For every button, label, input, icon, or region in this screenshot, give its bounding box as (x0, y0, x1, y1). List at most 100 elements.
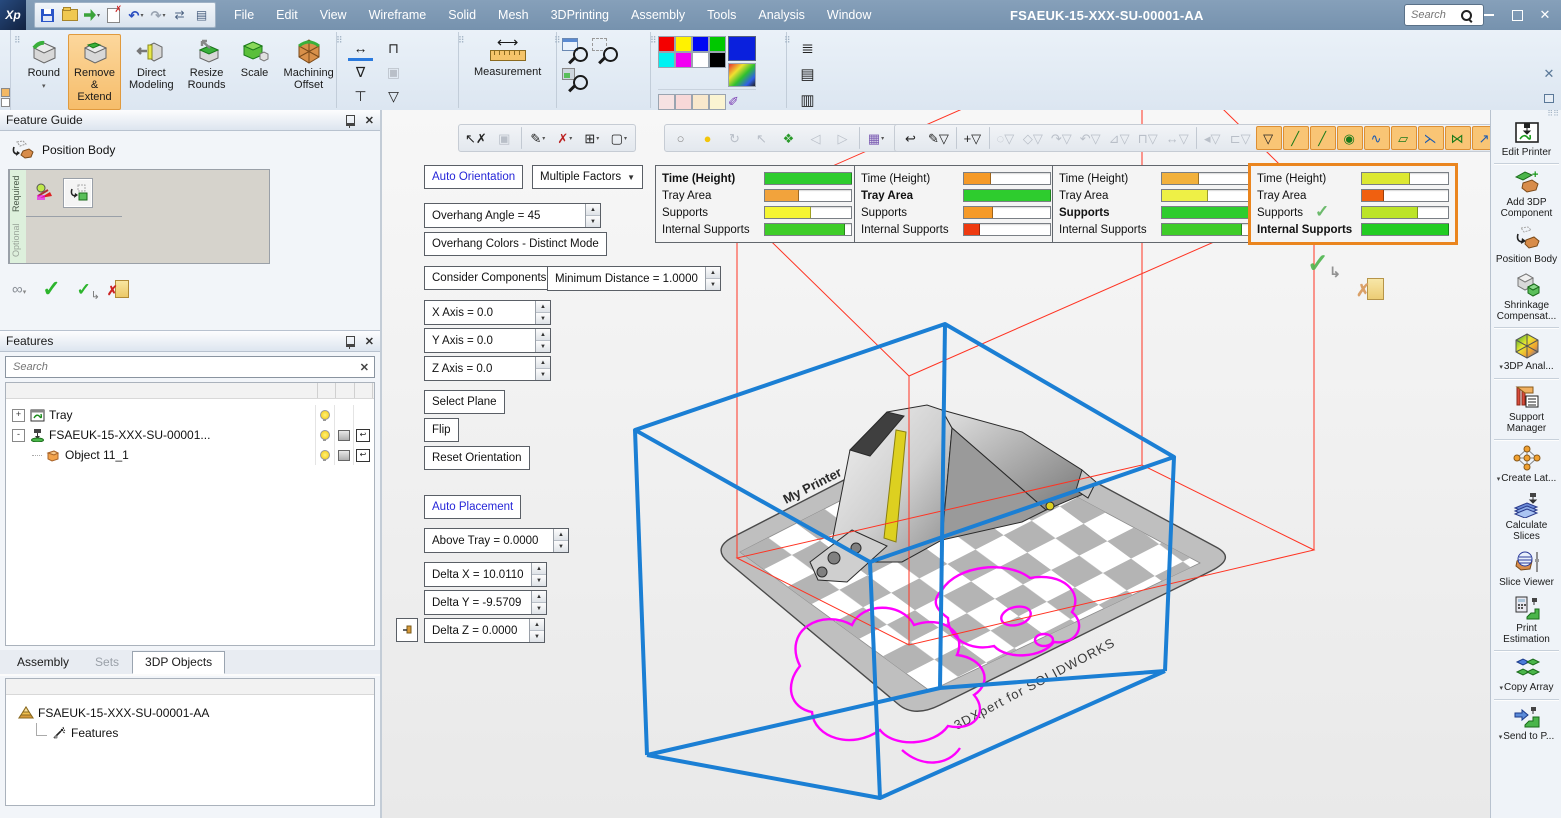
delta-z-field[interactable]: Delta Z = 0.0000 ▲▼ (424, 618, 545, 643)
swatch-white[interactable] (692, 52, 709, 68)
solid-display-icon[interactable] (338, 450, 350, 461)
spinner[interactable]: ▲▼ (535, 329, 550, 352)
tab-assembly[interactable]: Assembly (4, 651, 82, 674)
pin-deltas-button[interactable] (396, 618, 418, 642)
swatch-pale-rose[interactable] (675, 94, 692, 110)
swatch-cyan[interactable] (658, 52, 675, 68)
spinner[interactable]: ▲▼ (585, 204, 600, 227)
spinner[interactable]: ▲▼ (531, 563, 546, 586)
snap-endpoint-icon[interactable]: ╱ (1283, 126, 1309, 150)
snap-intersect-icon[interactable]: ⋋ (1418, 126, 1444, 150)
snap-curve-icon[interactable]: ∿ (1364, 126, 1390, 150)
orientation-card-3[interactable]: Time (Height) Tray Area Supports Interna… (1052, 165, 1256, 243)
group-handle-icon[interactable]: ⠿ (14, 36, 21, 45)
menu-assembly[interactable]: Assembly (631, 8, 685, 22)
pick-visibility-icon[interactable]: ↖ (749, 126, 775, 150)
paint-visibility-icon[interactable]: ❖ (776, 126, 802, 150)
swatch-blue[interactable] (692, 36, 709, 52)
visibility-bulb-icon[interactable] (320, 450, 330, 460)
visibility-bulb-icon[interactable] (320, 410, 330, 420)
move-ucs-icon[interactable]: +▽ (960, 126, 986, 150)
ucs-angle-icon[interactable]: ⊿▽ (1106, 126, 1134, 150)
gtol-icon[interactable]: ▽ (377, 84, 410, 108)
objects-root-row[interactable]: FSAEUK-15-XXX-SU-00001-AA (6, 703, 374, 723)
group-handle-icon[interactable]: ⠿ (554, 36, 562, 45)
ucs-face-icon[interactable]: ◇▽ (1020, 126, 1047, 150)
frame-select-icon[interactable]: ▢▾ (606, 126, 632, 150)
confirm-orientation-icon[interactable]: ✓↳ (1307, 248, 1329, 279)
send-to-print-button[interactable]: ▾Send to P... (1491, 702, 1561, 747)
history-icon[interactable]: ↩ (356, 449, 370, 462)
search-icon[interactable] (1461, 10, 1472, 21)
resize-rounds-button[interactable]: ResizeRounds (182, 34, 232, 110)
pin-icon[interactable] (346, 336, 355, 347)
import-icon[interactable]: ▾ (83, 6, 101, 24)
snap-midpoint-icon[interactable]: ╱ (1310, 126, 1336, 150)
eyedropper-icon[interactable]: ✐ (728, 94, 739, 110)
ucs-rotate-ccw-icon[interactable]: ↶▽ (1077, 126, 1105, 150)
light-on-icon[interactable]: ● (695, 126, 721, 150)
round-button[interactable]: Round▾ (22, 34, 66, 110)
menu-edit[interactable]: Edit (276, 8, 298, 22)
features-search[interactable]: ✕ (5, 356, 375, 378)
expand-icon[interactable]: + (12, 409, 25, 422)
tab-3dp-objects[interactable]: 3DP Objects (132, 651, 225, 674)
position-body-button[interactable]: Position Body (1491, 223, 1561, 269)
edit-printer-button[interactable]: Edit Printer (1491, 118, 1561, 162)
datum-target-icon[interactable]: ∇ (344, 60, 377, 84)
dock-handle2-icon[interactable] (1, 98, 10, 107)
sync-icon[interactable]: ⇄ (171, 6, 189, 24)
delete-dimension-icon[interactable]: ▣ (377, 60, 410, 84)
snap-filter-icon[interactable]: ▽ (1256, 126, 1282, 150)
tab-sets[interactable]: Sets (82, 651, 132, 674)
rotate-view-icon[interactable]: ↩ (898, 126, 924, 150)
tree-row-printer[interactable]: - FSAEUK-15-XXX-SU-00001... ↩ (6, 425, 374, 445)
search-input[interactable] (1409, 8, 1457, 22)
copy-array-button[interactable]: ▾Copy Array (1491, 653, 1561, 698)
menu-mesh[interactable]: Mesh (498, 8, 529, 22)
chain-dimension-icon[interactable]: ⊓ (377, 36, 410, 60)
clear-search-icon[interactable]: ✕ (360, 361, 369, 374)
pick-reference-icon[interactable] (32, 180, 58, 206)
y-axis-field[interactable]: Y Axis = 0.0 ▲▼ (424, 328, 551, 353)
exit-orientation-icon[interactable]: ✗ (1367, 278, 1384, 305)
spinner[interactable]: ▲▼ (529, 619, 544, 642)
exit-icon[interactable]: ✗ (115, 280, 129, 298)
above-tray-field[interactable]: Above Tray = 0.0000 ▲▼ (424, 528, 569, 553)
slice-viewer-button[interactable]: Slice Viewer (1491, 546, 1561, 592)
spinner[interactable]: ▲▼ (535, 301, 550, 324)
ucs-set-icon[interactable]: ⊏▽ (1227, 126, 1255, 150)
redo-icon[interactable]: ↷▾ (149, 6, 167, 24)
select-brush-icon[interactable]: ✎▾ (525, 126, 551, 150)
close-panel-icon[interactable]: ✕ (365, 335, 374, 348)
swap-visibility-icon[interactable]: ↻ (722, 126, 748, 150)
menu-wireframe[interactable]: Wireframe (369, 8, 427, 22)
open-icon[interactable] (61, 6, 79, 24)
dialog-icon[interactable]: ▤ (193, 6, 211, 24)
spinner[interactable]: ▲▼ (535, 357, 550, 380)
snap-axis-icon[interactable]: ↗ (1472, 126, 1490, 150)
line-style-icon[interactable]: ▤ (792, 62, 823, 87)
linear-dimension-icon[interactable]: ↔ (344, 36, 377, 60)
menu-analysis[interactable]: Analysis (758, 8, 805, 22)
edit-ucs-icon[interactable]: ✎▽ (925, 126, 953, 150)
line-width-icon[interactable]: ≣ (792, 36, 823, 61)
snap-surface-icon[interactable]: ⋈ (1445, 126, 1471, 150)
objects-features-row[interactable]: Features (6, 723, 374, 743)
solid-display-icon[interactable] (338, 430, 350, 441)
snap-plane-icon[interactable]: ▱ (1391, 126, 1417, 150)
shrinkage-compensation-button[interactable]: Shrinkage Compensat... (1491, 269, 1561, 326)
tree-row-object[interactable]: Object 11_1 ↩ (6, 445, 374, 465)
ucs-back-icon[interactable]: ◂▽ (1200, 126, 1226, 150)
deselect-all-icon[interactable]: ↖✗ (462, 126, 491, 150)
swatch-magenta[interactable] (675, 52, 692, 68)
create-lattice-button[interactable]: ▾Create Lat... (1491, 442, 1561, 489)
add-3dp-component-button[interactable]: + Add 3DP Component (1491, 166, 1561, 223)
group-handle-icon[interactable]: ⠿ (650, 36, 658, 45)
paste-icon[interactable] (105, 6, 123, 24)
group-handle-icon[interactable]: ⠿ (784, 36, 792, 45)
overhang-angle-field[interactable]: Overhang Angle = 45 ▲▼ (424, 203, 601, 228)
multiple-factors-dropdown[interactable]: Multiple Factors▼ (532, 165, 643, 189)
next-view-icon[interactable]: ▷ (830, 126, 856, 150)
reset-orientation-button[interactable]: Reset Orientation (424, 446, 530, 470)
